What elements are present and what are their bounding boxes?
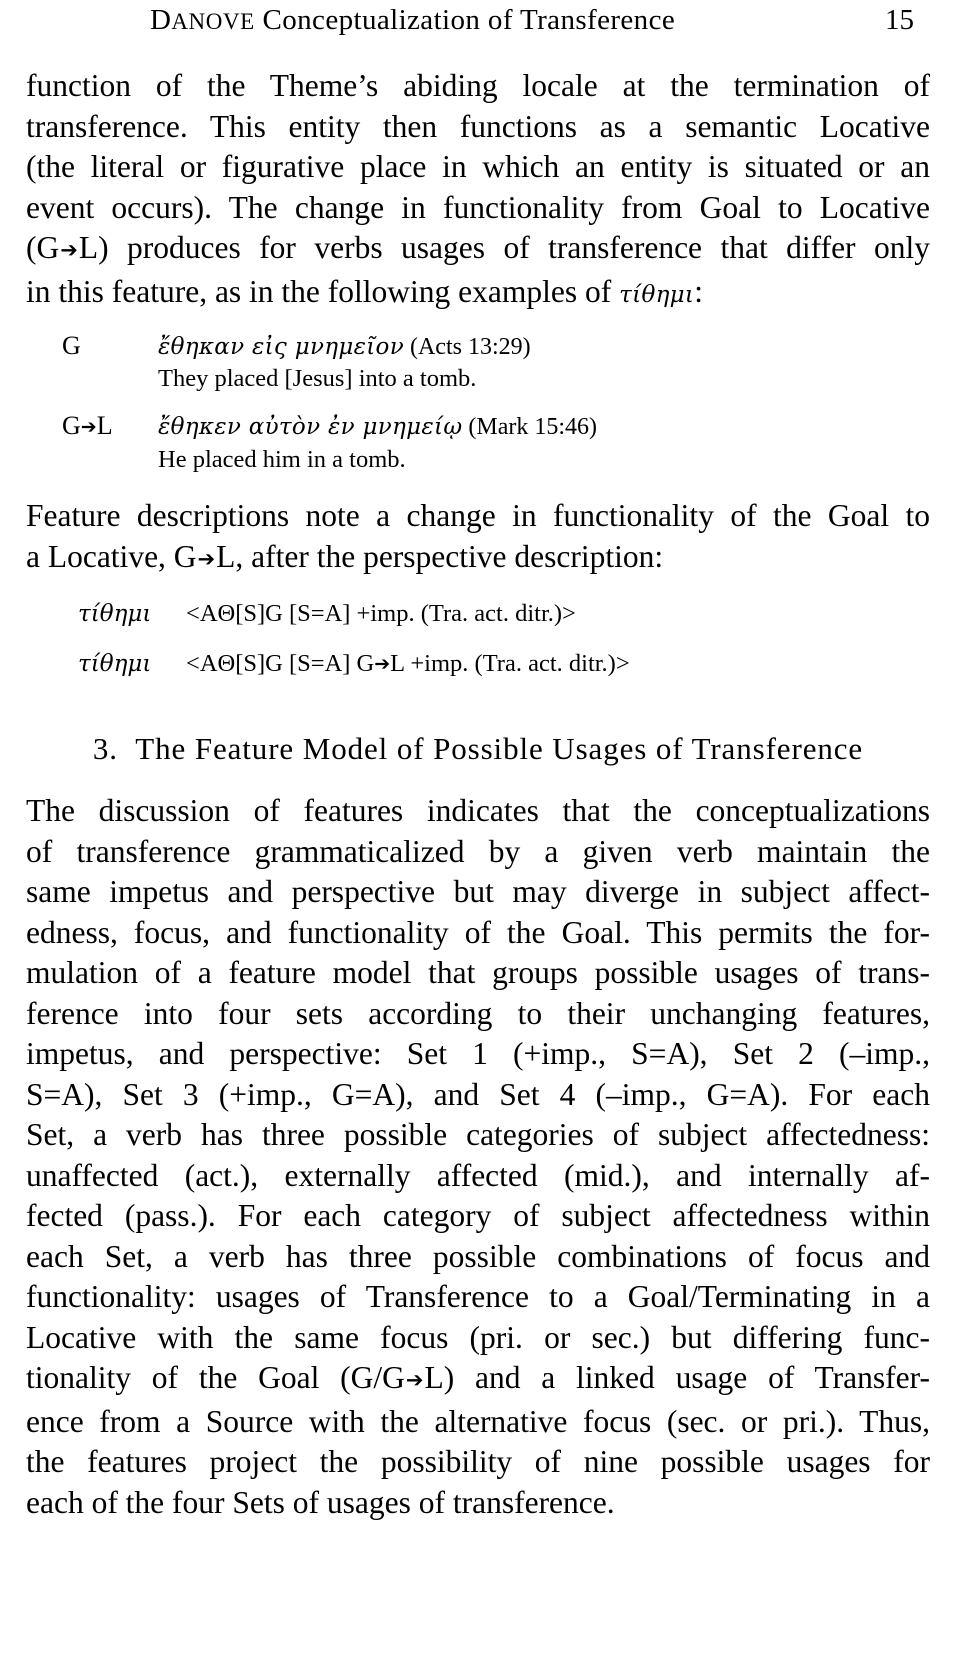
- label-fragment: L: [96, 411, 113, 440]
- running-head-author-rest: ANOVE: [171, 9, 255, 34]
- text-line: fected (pass.). For each category of sub…: [26, 1198, 930, 1233]
- feature-notation: <AΘ[S]G [S=A] +imp. (Tra. act. ditr.)>: [186, 600, 576, 627]
- text-fragment: in this feature, as in the following exa…: [26, 273, 620, 309]
- label-fragment: G: [62, 411, 81, 440]
- text-fragment: (G: [26, 230, 60, 265]
- right-arrow-icon: ➔: [197, 546, 216, 571]
- text-fragment: L) produces for verbs usages of transfer…: [78, 230, 930, 265]
- text-line: each of the four Sets of usages of trans…: [26, 1484, 615, 1520]
- right-arrow-icon: ➔: [405, 1368, 424, 1392]
- notation-fragment: L +imp. (Tra. act. ditr.)>: [390, 650, 630, 677]
- paragraph-feature-intro: Feature descriptions note a change in fu…: [26, 496, 930, 580]
- text-line: edness, focus, and functionality of the …: [26, 914, 930, 950]
- section-title: The Feature Model of Possible Usages of …: [135, 731, 864, 766]
- page-number: 15: [885, 4, 914, 36]
- text-line: a Locative, G➔L, after the perspective d…: [26, 537, 930, 581]
- example-label-g: G: [62, 331, 81, 360]
- text-line: in this feature, as in the following exa…: [26, 272, 930, 316]
- example-block: G ἔθηκαν εἰς μνημεῖον (Acts 13:29) They …: [26, 329, 930, 476]
- text-line: S=A), Set 3 (+imp., G=A), and Set 4 (–im…: [26, 1076, 930, 1112]
- text-line: impetus, and perspective: Set 1 (+imp., …: [26, 1036, 930, 1071]
- text-line: the features project the possibility of …: [26, 1444, 930, 1479]
- text-line: The discussion of features indicates tha…: [26, 793, 930, 828]
- text-line: (G➔L) produces for verbs usages of trans…: [26, 228, 930, 272]
- document-page: DANOVE Conceptualization of Transference…: [0, 0, 960, 1653]
- text-line: tionality of the Goal (G/G➔L) and a link…: [26, 1358, 930, 1402]
- right-arrow-icon: ➔: [60, 238, 78, 262]
- text-line: (the literal or figurative place in whic…: [26, 149, 930, 184]
- example-row-goal-locative: G➔L ἔθηκεν αὐτὸν ἐν μνημείῳ (Mark 15:46): [62, 409, 930, 445]
- text-fragment: a Locative, G: [26, 538, 197, 574]
- right-arrow-icon: ➔: [80, 416, 97, 438]
- text-line: same impetus and perspective but may div…: [26, 874, 930, 909]
- text-line: mulation of a feature model that groups …: [26, 955, 930, 990]
- right-arrow-icon: ➔: [374, 653, 391, 675]
- running-head-title: DANOVE Conceptualization of Transference: [150, 4, 675, 37]
- section-heading: 3. The Feature Model of Possible Usages …: [26, 729, 930, 769]
- text-fragment: :: [694, 273, 704, 309]
- text-line: unaffected (act.), externally affected (…: [26, 1157, 930, 1193]
- text-line: Feature descriptions note a change in fu…: [26, 498, 930, 533]
- text-line: ference into four sets according to thei…: [26, 995, 930, 1031]
- text-line: of transference grammaticalized by a giv…: [26, 833, 930, 869]
- paragraph-continued: function of the Theme’s abiding locale a…: [26, 66, 930, 315]
- feature-notation: <AΘ[S]G [S=A] G➔L +imp. (Tra. act. ditr.…: [186, 648, 630, 681]
- notation-fragment: <AΘ[S]G [S=A] G: [186, 650, 375, 677]
- text-line: event occurs). The change in functionali…: [26, 189, 930, 225]
- feature-row: τίθημι <AΘ[S]G [S=A] G➔L +imp. (Tra. act…: [78, 648, 930, 681]
- scripture-reference: (Acts 13:29): [409, 334, 531, 360]
- text-line: each Set, a verb has three possible comb…: [26, 1238, 930, 1274]
- feature-verb-tithemi: τίθημι: [78, 601, 152, 627]
- feature-description-block: τίθημι <AΘ[S]G [S=A] +imp. (Tra. act. di…: [26, 598, 930, 681]
- running-head-subject: Conceptualization of Transference: [262, 4, 676, 36]
- section-number: 3.: [92, 731, 118, 766]
- example-gloss: They placed [Jesus] into a tomb.: [158, 365, 477, 392]
- example-label-g-to-l: G➔L: [62, 409, 158, 445]
- running-head: DANOVE Conceptualization of Transference…: [0, 0, 960, 48]
- text-fragment: L, after the perspective description:: [216, 538, 664, 574]
- text-fragment: L) and a linked usage of Transfer-: [424, 1360, 930, 1395]
- feature-verb-tithemi: τίθημι: [78, 651, 152, 677]
- greek-verb-tithemi: τίθημι: [619, 281, 695, 308]
- scripture-reference: (Mark 15:46): [468, 414, 598, 440]
- text-line: Set, a verb has three possible categorie…: [26, 1117, 930, 1152]
- example-gloss: He placed him in a tomb.: [158, 446, 406, 473]
- text-line: transference. This entity then functions…: [26, 108, 930, 144]
- greek-quote: ἔθηκεν αὐτὸν ἐν μνημείῳ: [158, 414, 463, 440]
- text-line: ence from a Source with the alternative …: [26, 1403, 930, 1439]
- example-row-goal: G ἔθηκαν εἰς μνημεῖον (Acts 13:29): [62, 329, 930, 364]
- text-line: function of the Theme’s abiding locale a…: [26, 68, 930, 103]
- text-fragment: tionality of the Goal (G/G: [26, 1360, 405, 1395]
- text-line: functionality: usages of Transference to…: [26, 1279, 930, 1314]
- greek-quote: ἔθηκαν εἰς μνημεῖον: [158, 334, 404, 360]
- paragraph-section3: The discussion of features indicates tha…: [26, 791, 930, 1523]
- example-citation-line: ἔθηκαν εἰς μνημεῖον (Acts 13:29): [158, 331, 531, 364]
- text-line: Locative with the same focus (pri. or se…: [26, 1319, 930, 1355]
- running-head-author-initial: D: [150, 4, 172, 36]
- feature-row: τίθημι <AΘ[S]G [S=A] +imp. (Tra. act. di…: [78, 598, 930, 630]
- example-citation-line: ἔθηκεν αὐτὸν ἐν μνημείῳ (Mark 15:46): [158, 411, 597, 444]
- page-content: function of the Theme’s abiding locale a…: [0, 66, 960, 1523]
